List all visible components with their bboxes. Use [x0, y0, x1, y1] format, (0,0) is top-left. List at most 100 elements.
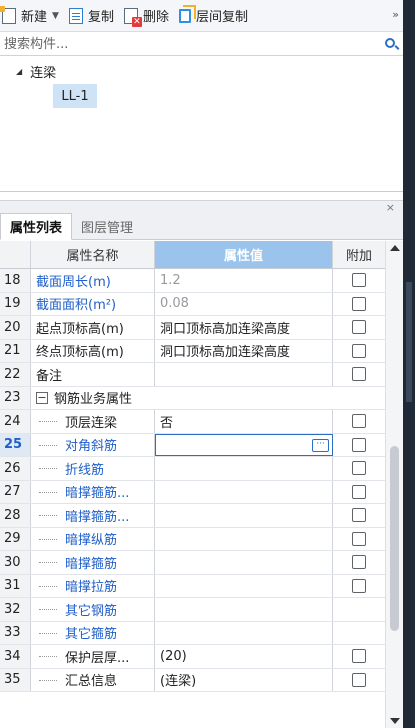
- delete-button[interactable]: 删除: [123, 0, 175, 32]
- property-value[interactable]: [155, 574, 333, 597]
- table-row[interactable]: 28 暗撑箍筋...: [0, 504, 385, 528]
- search-input[interactable]: [0, 33, 370, 55]
- attach-checkbox[interactable]: [352, 296, 366, 311]
- scroll-thumb[interactable]: [390, 446, 399, 631]
- row-index: 33: [0, 621, 31, 644]
- close-icon[interactable]: ×: [386, 201, 395, 215]
- row-index: 32: [0, 598, 31, 621]
- copy-icon: [68, 7, 83, 24]
- table-row[interactable]: 24 顶层连梁 否: [0, 410, 385, 434]
- property-name: 折线筋: [31, 457, 155, 480]
- scroll-up-icon[interactable]: [390, 245, 400, 251]
- group-header-name: − 钢筋业务属性: [31, 387, 333, 410]
- attach-checkbox[interactable]: [352, 484, 366, 499]
- table-row[interactable]: 18 截面周长(m) 1.2: [0, 269, 385, 293]
- table-row[interactable]: 31 暗撑拉筋: [0, 574, 385, 598]
- header-add[interactable]: 附加: [333, 241, 385, 269]
- tree-item-ll-1[interactable]: LL-1: [53, 84, 97, 108]
- property-name: 对角斜筋: [31, 433, 155, 456]
- attach-checkbox[interactable]: [352, 414, 366, 429]
- attach-checkbox[interactable]: [352, 649, 366, 664]
- table-row[interactable]: 34 保护层厚... (20): [0, 645, 385, 669]
- tree-item-label: LL-1: [61, 88, 89, 104]
- row-index: 31: [0, 574, 31, 597]
- tab-property-list[interactable]: 属性列表: [0, 213, 73, 240]
- tree-expand-icon[interactable]: ◢: [16, 67, 22, 76]
- table-row[interactable]: 26 折线筋: [0, 457, 385, 481]
- property-value[interactable]: 否: [155, 410, 333, 433]
- scroll-down-icon[interactable]: [390, 718, 400, 724]
- attach-checkbox[interactable]: [352, 508, 366, 523]
- toolbar-overflow-icon[interactable]: »: [392, 8, 399, 21]
- row-index: 35: [0, 668, 31, 691]
- table-row[interactable]: 33 其它箍筋: [0, 621, 385, 645]
- header-name[interactable]: 属性名称: [31, 241, 155, 269]
- table-row[interactable]: 20 起点顶标高(m) 洞口顶标高加连梁高度: [0, 316, 385, 340]
- attach-checkbox[interactable]: [352, 367, 366, 382]
- property-value[interactable]: [155, 527, 333, 550]
- property-value[interactable]: 洞口顶标高加连梁高度: [155, 316, 333, 339]
- property-value-editor[interactable]: ···: [155, 433, 333, 456]
- row-index: 29: [0, 527, 31, 550]
- property-value[interactable]: [155, 457, 333, 480]
- property-value[interactable]: [155, 480, 333, 503]
- tree-group-lianliang[interactable]: ◢ 连梁: [16, 61, 56, 81]
- tab-layer-management[interactable]: 图层管理: [72, 213, 142, 239]
- attach-checkbox[interactable]: [352, 578, 366, 593]
- group-label: 钢筋业务属性: [54, 392, 133, 408]
- property-name: 截面面积(m²): [31, 292, 155, 315]
- property-value[interactable]: (连梁): [155, 668, 333, 691]
- table-row[interactable]: 32 其它钢筋: [0, 598, 385, 622]
- floor-copy-label: 层间复制: [195, 10, 248, 25]
- table-row[interactable]: 19 截面面积(m²) 0.08: [0, 292, 385, 316]
- attach-checkbox[interactable]: [352, 320, 366, 335]
- property-name: 暗撑箍筋...: [31, 480, 155, 503]
- table-row[interactable]: 21 终点顶标高(m) 洞口顶标高加连梁高度: [0, 339, 385, 363]
- attach-checkbox[interactable]: [352, 531, 366, 546]
- attach-checkbox[interactable]: [352, 461, 366, 476]
- table-row[interactable]: 30 暗撑箍筋: [0, 551, 385, 575]
- new-button[interactable]: 新建 ▼: [0, 0, 65, 32]
- header-index: [0, 241, 31, 269]
- row-index: 18: [0, 269, 31, 292]
- property-value[interactable]: 洞口顶标高加连梁高度: [155, 339, 333, 362]
- search-bar: [0, 33, 403, 56]
- property-value[interactable]: 1.2: [155, 269, 333, 292]
- copy-button[interactable]: 复制: [68, 0, 120, 32]
- attach-checkbox[interactable]: [352, 343, 366, 358]
- floor-copy-button[interactable]: 层间复制: [178, 0, 254, 32]
- tree-group-label: 连梁: [30, 65, 57, 81]
- delete-icon: [123, 7, 142, 27]
- adjacent-window-edge: [403, 0, 415, 728]
- property-value[interactable]: [155, 598, 333, 621]
- property-value[interactable]: 0.08: [155, 292, 333, 315]
- table-row[interactable]: 29 暗撑纵筋: [0, 527, 385, 551]
- vertical-scrollbar[interactable]: [385, 241, 403, 728]
- splitter-handle[interactable]: [406, 282, 412, 402]
- property-value[interactable]: [155, 504, 333, 527]
- floor-copy-icon: [178, 4, 196, 23]
- property-value[interactable]: [155, 551, 333, 574]
- property-value[interactable]: (20): [155, 645, 333, 668]
- property-name: 汇总信息: [31, 668, 155, 691]
- table-row[interactable]: 23 − 钢筋业务属性: [0, 386, 385, 410]
- table-row[interactable]: 27 暗撑箍筋...: [0, 480, 385, 504]
- table-row[interactable]: 35 汇总信息 (连梁): [0, 668, 385, 692]
- row-index: 28: [0, 504, 31, 527]
- attach-checkbox[interactable]: [352, 273, 366, 288]
- header-value[interactable]: 属性值: [155, 241, 333, 269]
- table-row-selected[interactable]: 25 对角斜筋 ···: [0, 433, 385, 457]
- search-icon[interactable]: [385, 38, 395, 48]
- chevron-down-icon[interactable]: ▼: [52, 11, 59, 21]
- table-row[interactable]: 22 备注: [0, 363, 385, 387]
- more-options-button[interactable]: ···: [312, 438, 329, 452]
- attach-checkbox[interactable]: [352, 555, 366, 570]
- collapse-icon[interactable]: −: [36, 391, 48, 404]
- row-index: 20: [0, 316, 31, 339]
- property-value[interactable]: [155, 621, 333, 644]
- attach-checkbox[interactable]: [352, 437, 366, 452]
- new-file-icon: [0, 5, 16, 24]
- property-value[interactable]: [155, 363, 333, 386]
- attach-checkbox[interactable]: [352, 672, 366, 687]
- property-name: 其它箍筋: [31, 621, 155, 644]
